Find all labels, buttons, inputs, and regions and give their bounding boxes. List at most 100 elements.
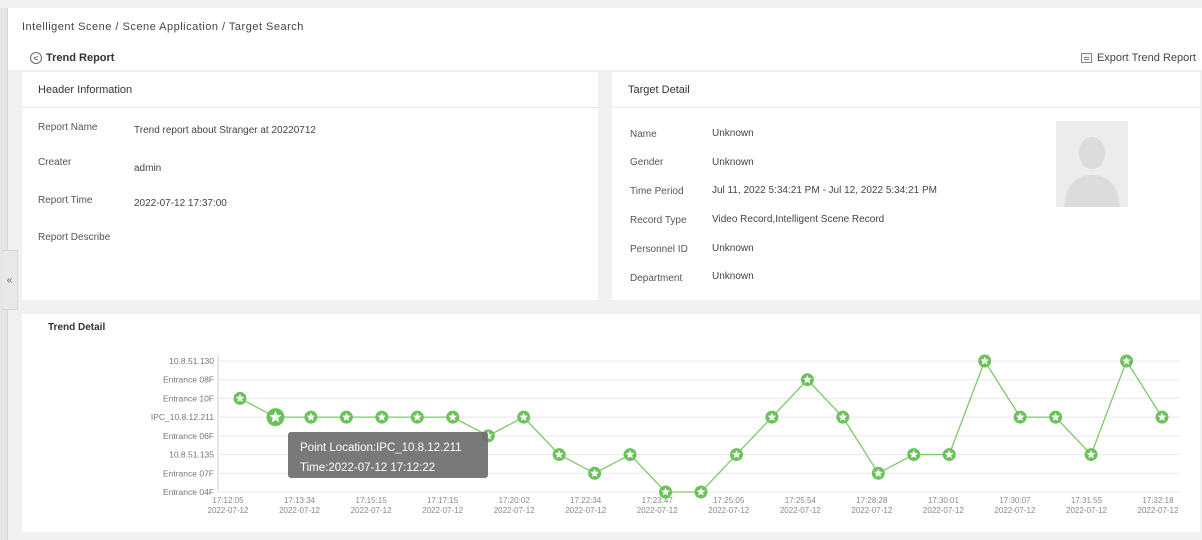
data-point[interactable] <box>978 354 992 368</box>
point-tooltip: Point Location:IPC_10.8.12.211 Time:2022… <box>288 432 488 478</box>
y-tick-label: IPC_10.8.12.211 <box>151 412 214 422</box>
data-point[interactable] <box>800 373 814 387</box>
x-tick-time: 17:30:07 <box>999 496 1031 505</box>
data-point[interactable] <box>907 448 921 462</box>
data-point[interactable] <box>1049 410 1063 424</box>
creater-label: Creater <box>38 157 72 168</box>
x-tick-time: 17:17:15 <box>427 496 459 505</box>
data-point[interactable] <box>836 410 850 424</box>
x-tick-time: 17:15:15 <box>356 496 388 505</box>
trend-detail-card: Trend Detail Entrance 04F Entrance 07F 10.… <box>22 314 1200 532</box>
x-tick-time: 17:12:05 <box>212 496 244 505</box>
report-time-value: 2022-07-12 17:37:00 <box>134 198 227 209</box>
header-information-card: Header Information Report Name Trend rep… <box>22 72 598 300</box>
record-type-label: Record Type <box>630 215 687 226</box>
x-tick-date: 2022-07-12 <box>708 506 749 515</box>
x-tick-time: 17:32:18 <box>1142 496 1174 505</box>
y-tick-label: 10.8.51.130 <box>169 356 214 366</box>
collapse-glyph: « <box>6 274 13 286</box>
data-point[interactable] <box>1155 410 1169 424</box>
data-point[interactable] <box>375 410 389 424</box>
x-tick-date: 2022-07-12 <box>422 506 463 515</box>
data-point[interactable] <box>588 466 602 480</box>
page-header-bar <box>8 44 1202 70</box>
data-point[interactable] <box>694 485 708 499</box>
creater-value: admin <box>134 163 162 174</box>
x-tick-time: 17:31:55 <box>1071 496 1103 505</box>
tooltip-location: Point Location:IPC_10.8.12.211 <box>300 442 462 454</box>
x-tick-date: 2022-07-12 <box>279 506 320 515</box>
record-type-value: Video Record,Intelligent Scene Record <box>712 214 885 225</box>
department-value: Unknown <box>712 271 754 282</box>
x-tick-date: 2022-07-12 <box>851 506 892 515</box>
gender-value: Unknown <box>712 157 754 168</box>
data-point[interactable] <box>233 391 247 405</box>
data-point[interactable] <box>517 410 531 424</box>
x-tick-time: 17:25:05 <box>713 496 745 505</box>
x-tick-date: 2022-07-12 <box>1066 506 1107 515</box>
x-tick-date: 2022-07-12 <box>780 506 821 515</box>
name-value: Unknown <box>712 128 754 139</box>
report-name-value: Trend report about Stranger at 20220712 <box>134 125 316 136</box>
data-point[interactable] <box>871 466 885 480</box>
person-placeholder-icon <box>1056 121 1128 207</box>
report-describe-label: Report Describe <box>38 232 111 243</box>
x-tick-time: 17:30:01 <box>928 496 960 505</box>
back-button[interactable]: < Trend Report <box>30 52 114 64</box>
data-point[interactable] <box>552 448 566 462</box>
avatar <box>1056 121 1128 207</box>
sidebar-collapse-handle[interactable]: « <box>2 250 18 310</box>
data-point[interactable] <box>659 485 673 499</box>
data-point[interactable] <box>304 410 318 424</box>
x-tick-date: 2022-07-12 <box>923 506 964 515</box>
x-tick-date: 2022-07-12 <box>637 506 678 515</box>
export-label: Export Trend Report <box>1096 52 1196 64</box>
breadcrumb: Intelligent Scene / Scene Application / … <box>22 21 304 33</box>
name-label: Name <box>630 129 657 140</box>
y-tick-label: Entrance 06F <box>163 431 214 441</box>
x-tick-date: 2022-07-12 <box>351 506 392 515</box>
header-information-title: Header Information <box>22 72 598 108</box>
x-tick-date: 2022-07-12 <box>994 506 1035 515</box>
page-title: Trend Report <box>46 52 115 64</box>
x-tick-date: 2022-07-12 <box>494 506 535 515</box>
x-tick-date: 2022-07-12 <box>1138 506 1179 515</box>
x-tick-time: 17:25:54 <box>785 496 817 505</box>
data-point[interactable] <box>339 410 353 424</box>
data-point[interactable] <box>942 448 956 462</box>
x-tick-date: 2022-07-12 <box>565 506 606 515</box>
export-trend-report-button[interactable]: Export Trend Report <box>1080 52 1196 64</box>
y-tick-label: Entrance 07F <box>163 468 214 478</box>
data-point[interactable] <box>1013 410 1027 424</box>
y-tick-label: Entrance 04F <box>163 487 214 497</box>
time-period-label: Time Period <box>630 186 684 197</box>
gender-label: Gender <box>630 157 664 168</box>
data-point[interactable] <box>765 410 779 424</box>
x-tick-time: 17:28:28 <box>856 496 888 505</box>
back-arrow-icon: < <box>30 52 42 64</box>
time-period-value: Jul 11, 2022 5:34:21 PM - Jul 12, 2022 5… <box>712 185 937 196</box>
data-point[interactable] <box>1084 448 1098 462</box>
data-point[interactable] <box>410 410 424 424</box>
data-point[interactable] <box>446 410 460 424</box>
export-icon <box>1080 53 1092 63</box>
x-tick-date: 2022-07-12 <box>208 506 249 515</box>
personnel-id-value: Unknown <box>712 243 754 254</box>
data-point[interactable] <box>623 448 637 462</box>
x-tick-time: 17:20:02 <box>499 496 531 505</box>
report-name-label: Report Name <box>38 122 98 133</box>
data-point[interactable] <box>729 448 743 462</box>
y-tick-label: Entrance 08F <box>163 375 214 385</box>
personnel-id-label: Personnel ID <box>630 244 688 255</box>
x-tick-time: 17:13:34 <box>284 496 316 505</box>
x-tick-time: 17:22:34 <box>570 496 602 505</box>
trend-chart: Entrance 04F Entrance 07F 10.8.51.135 Entra… <box>151 354 1180 515</box>
target-detail-title: Target Detail <box>612 72 1200 108</box>
y-tick-label: 10.8.51.135 <box>169 450 214 460</box>
report-time-label: Report Time <box>38 195 93 206</box>
data-point-highlighted[interactable] <box>266 408 285 427</box>
department-label: Department <box>630 273 683 284</box>
tooltip-time: Time:2022-07-12 17:12:22 <box>300 462 435 474</box>
data-point[interactable] <box>1120 354 1134 368</box>
target-detail-card: Target Detail Name Unknown Gender Unknow… <box>612 72 1200 300</box>
